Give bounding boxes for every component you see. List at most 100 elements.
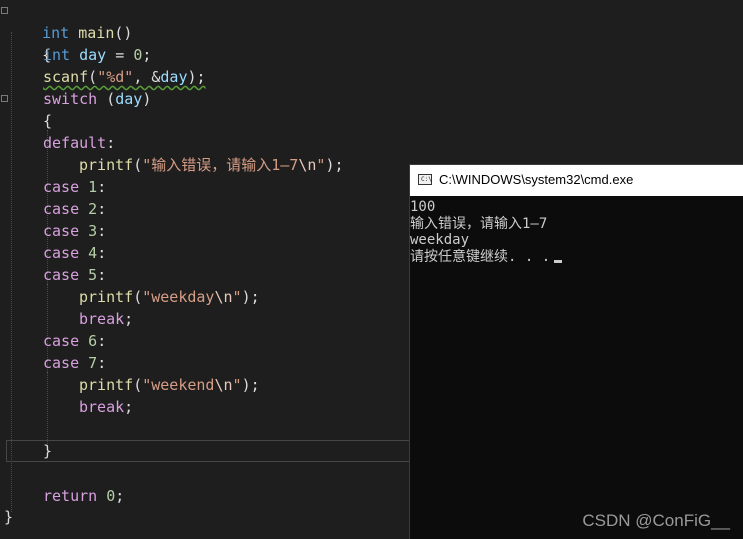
keyword: case [43,200,80,218]
code-line-8[interactable]: printf("输入错误，请输入1—7\n"); [79,154,344,176]
keyword: case [43,178,80,196]
brace: { [43,112,53,130]
number: 4 [88,244,98,262]
semicolon: ; [142,46,152,64]
number: 3 [88,222,98,240]
code-line-19[interactable]: break; [79,396,133,418]
string-quote: " [232,376,242,394]
escape-sequence: \n [298,156,317,174]
punctuation: ( [133,288,143,306]
console-line: 100 [410,199,436,215]
keyword: case [43,244,80,262]
code-line-4[interactable]: scanf("%d", &day); [43,66,206,88]
code-line-15[interactable]: break; [79,308,133,330]
code-line-6[interactable]: { [43,110,52,132]
code-line-18[interactable]: printf("weekend\n"); [79,374,260,396]
keyword: break [79,310,125,328]
escape-sequence: \n [214,288,233,306]
string-quote: " [232,288,242,306]
function-name: printf [79,156,134,174]
string-literal: "weekday [142,288,215,306]
console-output[interactable]: 100 输入错误，请输入1—7 weekday 请按任意键继续. . . [410,199,743,265]
code-line-3[interactable]: int day = 0; [43,44,151,66]
code-line-13[interactable]: case 5: [43,264,106,286]
number: 5 [88,266,98,284]
punctuation: ); [187,68,206,86]
code-line-9[interactable]: case 1: [43,176,106,198]
keyword: break [79,398,125,416]
number: 1 [88,178,98,196]
keyword: case [43,222,80,240]
keyword: case [43,266,80,284]
cmd-icon-text: C:\ [421,176,432,183]
identifier: day [115,90,143,108]
code-line-2[interactable]: { [6,22,51,64]
brace: } [4,508,14,526]
code-line-12[interactable]: case 4: [43,242,106,264]
string-literal: "输入错误，请输入1—7 [142,156,299,174]
identifier: day [79,46,107,64]
console-line: weekday [410,232,470,248]
colon: : [106,134,116,152]
colon: : [97,354,107,372]
number: 7 [88,354,98,372]
punctuation: , & [133,68,161,86]
code-line-5[interactable]: switch (day) [43,88,151,110]
punctuation: ); [241,288,260,306]
function-name: printf [79,376,134,394]
code-line-21[interactable]: return 0; [43,485,124,507]
punctuation: () [114,24,133,42]
number: 6 [88,332,98,350]
brace: } [43,442,53,460]
code-line-14[interactable]: printf("weekday\n"); [79,286,260,308]
colon: : [97,222,107,240]
text-cursor [554,259,563,263]
code-line-17[interactable]: case 7: [43,352,106,374]
escape-sequence: \n [214,376,233,394]
function-name: scanf [43,68,89,86]
code-line-16[interactable]: case 6: [43,330,106,352]
code-line-11[interactable]: case 3: [43,220,106,242]
keyword: return [43,487,98,505]
current-line-highlight [6,440,416,462]
colon: : [97,178,107,196]
punctuation: ); [325,156,344,174]
keyword: int [43,46,71,64]
fold-toggle-icon[interactable] [1,95,8,102]
function-name: printf [79,288,134,306]
keyword: switch [43,90,98,108]
number: 0 [133,46,143,64]
colon: : [97,332,107,350]
number: 0 [106,487,116,505]
console-prompt-text: 请按任意键继续. . . [410,248,551,265]
console-line: 请按任意键继续. . . [410,249,743,266]
semicolon: ; [115,487,125,505]
function-name: main [78,24,115,42]
watermark: CSDN @ConFiG__ [582,511,730,530]
indent-guide [47,284,48,334]
keyword: case [43,332,80,350]
console-line: 输入错误，请输入1—7 [410,215,548,232]
console-window[interactable]: C:\ C:\WINDOWS\system32\cmd.exe 100 输入错误… [409,164,743,539]
string-literal: "%d" [97,68,134,86]
punctuation: ( [97,90,116,108]
code-line-20[interactable]: } [43,440,52,462]
code-line-22[interactable]: } [4,506,13,528]
code-line-7[interactable]: default: [43,132,115,154]
punctuation: ( [133,376,143,394]
colon: : [97,266,107,284]
punctuation: ) [142,90,152,108]
keyword: case [43,354,80,372]
indent-guide [47,372,48,422]
colon: : [97,244,107,262]
code-line-1[interactable]: int main() [6,0,132,42]
number: 2 [88,200,98,218]
string-literal: "weekend [142,376,215,394]
operator: = [106,46,134,64]
console-titlebar[interactable]: C:\ C:\WINDOWS\system32\cmd.exe [410,165,743,196]
punctuation: ); [241,376,260,394]
punctuation: ( [133,156,143,174]
semicolon: ; [124,398,134,416]
punctuation: ( [88,68,98,86]
code-line-10[interactable]: case 2: [43,198,106,220]
